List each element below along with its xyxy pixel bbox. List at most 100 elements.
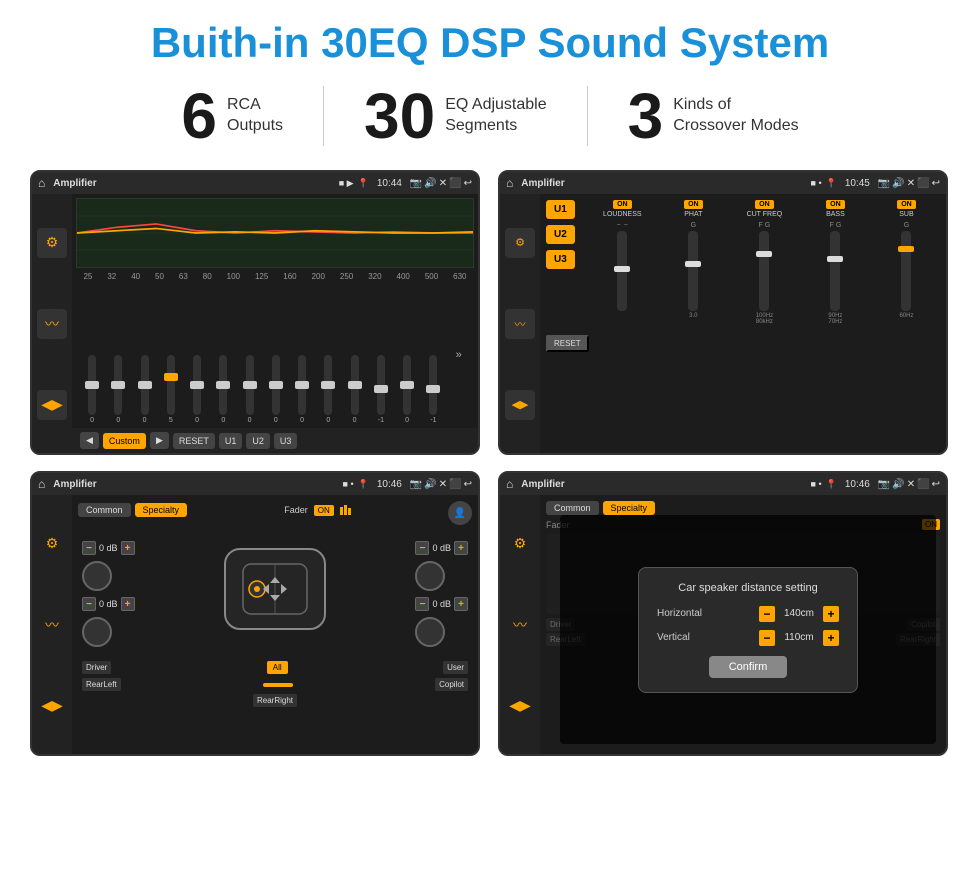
phat-on[interactable]: ON	[684, 200, 703, 209]
home-icon-1[interactable]: ⌂	[38, 176, 45, 190]
eq-slider-5[interactable]: 0	[219, 355, 227, 424]
time-2: 10:45	[845, 178, 870, 189]
u3-btn[interactable]: U3	[546, 250, 575, 269]
tr-minus-btn[interactable]: −	[415, 541, 429, 555]
dialog-bg-specialty: Specialty	[603, 501, 656, 515]
tr-plus-btn[interactable]: +	[454, 541, 468, 555]
home-icon-3[interactable]: ⌂	[38, 477, 45, 491]
home-icon-4[interactable]: ⌂	[506, 477, 513, 491]
time-3: 10:46	[377, 479, 402, 490]
u1-btn[interactable]: U1	[546, 200, 575, 219]
amp-screen-content: ⚙ 〰 ◀▶ U1 U2 U3 ON	[500, 194, 946, 453]
cutfreq-slider[interactable]	[759, 231, 769, 311]
eq-bottom-controls: ◀ Custom ▶ RESET U1 U2 U3	[72, 428, 478, 453]
eq-slider-11[interactable]: -1	[377, 355, 385, 424]
amp-filter-icon[interactable]: ⚙	[505, 228, 535, 258]
tab-common[interactable]: Common	[78, 503, 131, 517]
confirm-button[interactable]: Confirm	[709, 656, 788, 678]
phat-slider[interactable]	[688, 231, 698, 311]
location-icon-1: 📍	[358, 178, 369, 189]
tl-minus-btn[interactable]: −	[82, 541, 96, 555]
tl-plus-btn[interactable]: +	[121, 541, 135, 555]
loudness-on[interactable]: ON	[613, 200, 632, 209]
eq-slider-4[interactable]: 0	[193, 355, 201, 424]
horizontal-plus-btn[interactable]: +	[823, 606, 839, 622]
eq-slider-1[interactable]: 0	[114, 355, 122, 424]
bl-plus-btn[interactable]: +	[121, 597, 135, 611]
eq-slider-10[interactable]: 0	[351, 355, 359, 424]
sub-slider[interactable]	[901, 231, 911, 311]
bass-slider[interactable]	[830, 231, 840, 311]
horizontal-value: 140cm	[779, 608, 819, 619]
tab-row: Common Specialty	[78, 503, 187, 517]
eq-reset-btn[interactable]: RESET	[173, 433, 215, 449]
tab-specialty[interactable]: Specialty	[135, 503, 188, 517]
all-btn[interactable]: All	[267, 661, 288, 674]
eq-slider-13[interactable]: -1	[429, 355, 437, 424]
screen-dialog: ⌂ Amplifier ■ • 📍 10:46 📷 🔊 ✕ ⬛ ↩ ⚙ 〰 ◀▶	[498, 471, 948, 756]
page-title: Buith-in 30EQ DSP Sound System	[30, 20, 950, 66]
fader-bars	[340, 505, 351, 515]
rearleft-label[interactable]: RearLeft	[82, 678, 121, 691]
eq-custom-btn[interactable]: Custom	[103, 433, 146, 449]
horizontal-row: Horizontal − 140cm +	[657, 606, 839, 622]
loudness-slider[interactable]	[617, 231, 627, 311]
eq-filter-icon[interactable]: ⚙	[37, 228, 67, 258]
home-icon-2[interactable]: ⌂	[506, 176, 513, 190]
eq-slider-0[interactable]: 0	[88, 355, 96, 424]
vertical-minus-btn[interactable]: −	[759, 630, 775, 646]
eq-slider-7[interactable]: 0	[272, 355, 280, 424]
eq-slider-3[interactable]: 5	[167, 355, 175, 424]
eq-prev-btn[interactable]: ◀	[80, 432, 99, 449]
user-label[interactable]: User	[443, 661, 468, 674]
copilot-label[interactable]: Copilot	[435, 678, 468, 691]
eq-more-icon[interactable]: »	[456, 349, 462, 361]
status-icons-2: 📷 🔊 ✕ ⬛ ↩	[878, 178, 940, 189]
br-db-row: − 0 dB +	[415, 597, 468, 611]
u2-btn[interactable]: U2	[546, 225, 575, 244]
eq-slider-2[interactable]: 0	[141, 355, 149, 424]
sub-freq: 60Hz	[899, 313, 913, 319]
fader-slider-vis[interactable]	[263, 683, 293, 687]
br-minus-btn[interactable]: −	[415, 597, 429, 611]
amp-reset-btn[interactable]: RESET	[546, 335, 589, 352]
br-plus-btn[interactable]: +	[454, 597, 468, 611]
fader-bar-3	[348, 508, 351, 515]
common-volume-icon[interactable]: ◀▶	[38, 692, 66, 720]
eq-slider-6[interactable]: 0	[246, 355, 254, 424]
vertical-plus-btn[interactable]: +	[823, 630, 839, 646]
status-bar-3: ⌂ Amplifier ■ • 📍 10:46 📷 🔊 ✕ ⬛ ↩	[32, 473, 478, 495]
common-wave-icon[interactable]: 〰	[38, 611, 66, 639]
eq-slider-8[interactable]: 0	[298, 355, 306, 424]
person-icon[interactable]: 👤	[448, 501, 472, 525]
dialog-filter-icon[interactable]: ⚙	[506, 530, 534, 558]
fader-on-badge[interactable]: ON	[314, 505, 334, 516]
eq-play-btn[interactable]: ▶	[150, 432, 169, 449]
speaker-br	[415, 617, 445, 647]
vertical-value: 110cm	[779, 632, 819, 643]
amp-volume-icon[interactable]: ◀▶	[505, 390, 535, 420]
rearright-label[interactable]: RearRight	[253, 694, 297, 707]
driver-label[interactable]: Driver	[82, 661, 111, 674]
bass-on[interactable]: ON	[826, 200, 845, 209]
status-icons-3: 📷 🔊 ✕ ⬛ ↩	[410, 479, 472, 490]
dialog-wave-icon[interactable]: 〰	[506, 611, 534, 639]
eq-u1-btn[interactable]: U1	[219, 433, 243, 449]
eq-wave-icon[interactable]: 〰	[37, 309, 67, 339]
common-filter-icon[interactable]: ⚙	[38, 530, 66, 558]
amp-wave-icon[interactable]: 〰	[505, 309, 535, 339]
dialog-volume-icon[interactable]: ◀▶	[506, 692, 534, 720]
sub-on[interactable]: ON	[897, 200, 916, 209]
bl-minus-btn[interactable]: −	[82, 597, 96, 611]
eq-u3-btn[interactable]: U3	[274, 433, 298, 449]
screen-common-specialty: ⌂ Amplifier ■ • 📍 10:46 📷 🔊 ✕ ⬛ ↩ ⚙ 〰 ◀▶	[30, 471, 480, 756]
horizontal-minus-btn[interactable]: −	[759, 606, 775, 622]
eq-slider-12[interactable]: 0	[403, 355, 411, 424]
tl-db-val: 0 dB	[99, 543, 118, 553]
fader-bar-1	[340, 507, 343, 515]
eq-volume-icon[interactable]: ◀▶	[37, 390, 67, 420]
dialog-title: Car speaker distance setting	[657, 582, 839, 594]
eq-u2-btn[interactable]: U2	[246, 433, 270, 449]
eq-slider-9[interactable]: 0	[324, 355, 332, 424]
cutfreq-on[interactable]: ON	[755, 200, 774, 209]
